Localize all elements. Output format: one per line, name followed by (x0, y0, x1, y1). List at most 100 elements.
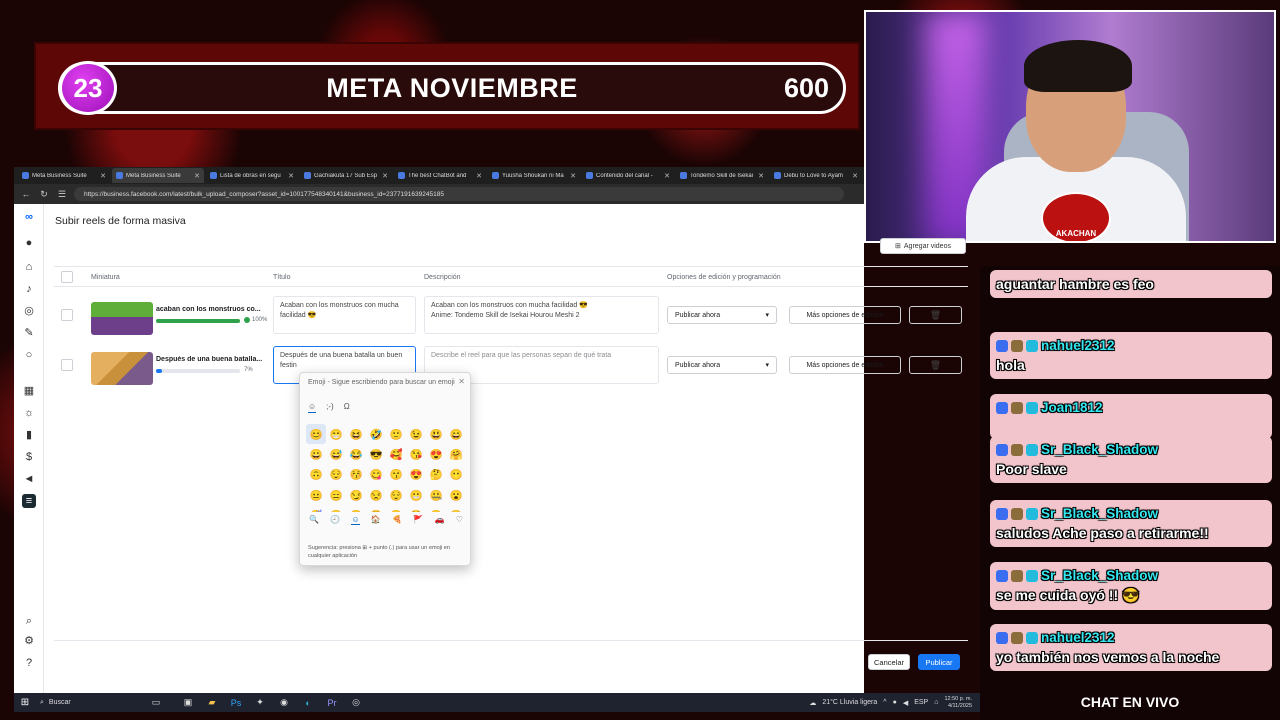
row-checkbox[interactable] (61, 359, 73, 371)
help-icon[interactable]: ? (22, 656, 36, 670)
emoji-cell[interactable]: 🙃 (306, 465, 326, 485)
photoshop-icon[interactable]: Ps (224, 698, 248, 708)
emoji-cell[interactable]: 🤣 (366, 424, 386, 444)
description-input[interactable]: Acaban con los monstruos con mucha facil… (424, 296, 659, 334)
close-tab-icon[interactable]: ✕ (382, 172, 388, 180)
windows-start-icon[interactable]: ⊞ (14, 697, 36, 708)
emoji-tab[interactable]: ;-) (326, 402, 334, 413)
volume-icon[interactable]: ◀ (903, 699, 908, 707)
megaphone-icon[interactable]: ◄ (22, 472, 36, 486)
reload-icon[interactable]: ↻ (38, 189, 50, 200)
settings-icon[interactable]: ⚙ (22, 634, 36, 648)
notifications-icon[interactable]: ♪ (22, 282, 36, 296)
emoji-group-icon[interactable]: 🔍 (309, 515, 319, 525)
site-info-icon[interactable]: ☰ (56, 189, 68, 200)
emoji-cell[interactable]: 😀 (306, 444, 326, 464)
file-explorer-icon[interactable]: ▰ (200, 697, 224, 708)
emoji-group-icon[interactable]: 🕘 (330, 515, 340, 525)
delete-icon[interactable]: 🗑 (909, 306, 962, 324)
taskbar-search[interactable]: ⌕ Buscar (36, 693, 136, 712)
emoji-cell[interactable]: 😵 (406, 506, 426, 512)
insights-icon[interactable]: ▮ (22, 428, 36, 442)
task-view-icon[interactable]: ▣ (176, 697, 200, 708)
emoji-cell[interactable]: 🤔 (426, 465, 446, 485)
home-icon[interactable]: ⌂ (22, 260, 36, 274)
widget-icon[interactable]: ▭ (136, 697, 176, 708)
browser-tab[interactable]: Debu to Love to Ayam ✕ (770, 168, 862, 183)
browser-tab[interactable]: Contenido del canal - ✕ (582, 168, 674, 183)
emoji-cell[interactable]: 😊 (306, 424, 326, 445)
emoji-cell[interactable]: 😃 (426, 424, 446, 444)
video-thumbnail[interactable] (91, 302, 153, 335)
content-icon[interactable]: ✎ (22, 326, 36, 340)
close-tab-icon[interactable]: ✕ (570, 172, 576, 180)
emoji-cell[interactable]: 😂 (346, 444, 366, 464)
emoji-cell[interactable]: 😉 (406, 424, 426, 444)
browser-tab[interactable]: Gachiakuta 17 Sub Esp ✕ (300, 168, 392, 183)
emoji-cell[interactable]: 😷 (386, 506, 406, 512)
emoji-cell[interactable]: 😙 (386, 465, 406, 485)
weather-text[interactable]: 21°C Lluvia ligera (822, 699, 877, 706)
network-icon[interactable]: ⌂ (934, 699, 938, 706)
monetization-icon[interactable]: $ (22, 450, 36, 464)
publish-button[interactable]: Publicar (918, 654, 960, 670)
emoji-cell[interactable]: 😪 (326, 506, 346, 512)
close-tab-icon[interactable]: ✕ (664, 172, 670, 180)
emoji-cell[interactable]: 😍 (406, 465, 426, 485)
tray-arrow-icon[interactable]: ^ (883, 699, 886, 706)
edge-icon[interactable]: ◐ (296, 698, 320, 708)
emoji-group-icon[interactable]: 🚩 (413, 515, 423, 525)
emoji-cell[interactable]: 😟 (446, 506, 466, 512)
emoji-cell[interactable]: 😏 (346, 485, 366, 505)
profile-icon[interactable]: ● (22, 236, 36, 250)
emoji-cell[interactable]: 🥰 (386, 444, 406, 464)
more-edit-options-button[interactable]: Más opciones de edición (789, 356, 901, 374)
close-tab-icon[interactable]: ✕ (194, 172, 200, 180)
inbox-icon[interactable]: ☼ (22, 406, 36, 420)
search-icon[interactable]: ⌕ (22, 614, 36, 628)
emoji-cell[interactable]: 😫 (366, 506, 386, 512)
row-checkbox[interactable] (61, 309, 73, 321)
emoji-tab[interactable]: Ω (344, 402, 350, 413)
delete-icon[interactable]: 🗑 (909, 356, 962, 374)
planner-icon[interactable]: ◎ (22, 304, 36, 318)
emoji-cell[interactable]: 😎 (366, 444, 386, 464)
all-tools-icon[interactable]: ≡ (22, 494, 36, 508)
emoji-cell[interactable]: 😮 (446, 485, 466, 505)
emoji-tab[interactable]: ☺ (308, 402, 317, 413)
schedule-select[interactable]: Publicar ahora ▾ (667, 356, 777, 374)
more-edit-options-button[interactable]: Más opciones de edición (789, 306, 901, 324)
emoji-group-icon[interactable]: ♡ (456, 515, 463, 525)
video-thumbnail[interactable] (91, 352, 153, 385)
emoji-cell[interactable]: 🤐 (426, 485, 446, 505)
emoji-cell[interactable]: 😘 (406, 444, 426, 464)
url-field[interactable]: https://business.facebook.com/latest/bul… (74, 187, 844, 201)
language-indicator[interactable]: ESP (914, 699, 928, 706)
close-tab-icon[interactable]: ✕ (852, 172, 858, 180)
clock[interactable]: 12:50 p. m. 4/11/2025 (944, 696, 972, 710)
emoji-cell[interactable]: 😅 (326, 444, 346, 464)
meta-logo-icon[interactable]: ∞ (22, 210, 36, 224)
emoji-cell[interactable]: 🙂 (386, 424, 406, 444)
browser-tab[interactable]: Lista de obras en segu ✕ (206, 168, 298, 183)
close-tab-icon[interactable]: ✕ (476, 172, 482, 180)
browser-tab[interactable]: Tondemo Skill de Isekai ✕ (676, 168, 768, 183)
emoji-cell[interactable]: 😚 (346, 465, 366, 485)
schedule-select[interactable]: Publicar ahora ▾ (667, 306, 777, 324)
emoji-cell[interactable]: 😐 (306, 485, 326, 505)
emoji-cell[interactable]: 😁 (326, 424, 346, 444)
emoji-group-icon[interactable]: ☺ (351, 515, 360, 525)
obs-icon[interactable]: ◉ (272, 697, 296, 708)
grid-icon[interactable]: ▦ (22, 384, 36, 398)
emoji-cell[interactable]: 😒 (366, 485, 386, 505)
app2-icon[interactable]: ◎ (344, 697, 368, 708)
emoji-group-icon[interactable]: 🏠 (371, 515, 381, 525)
browser-tab[interactable]: Meta Business Suite ✕ (112, 168, 204, 183)
emoji-cell[interactable]: 😄 (446, 424, 466, 444)
emoji-cell[interactable]: 🤗 (446, 444, 466, 464)
emoji-group-icon[interactable]: 🍕 (392, 515, 402, 525)
cancel-button[interactable]: Cancelar (868, 654, 910, 670)
close-tab-icon[interactable]: ✕ (100, 172, 106, 180)
browser-tab[interactable]: Yuusha Shoukan ni Ma ✕ (488, 168, 580, 183)
close-tab-icon[interactable]: ✕ (758, 172, 764, 180)
